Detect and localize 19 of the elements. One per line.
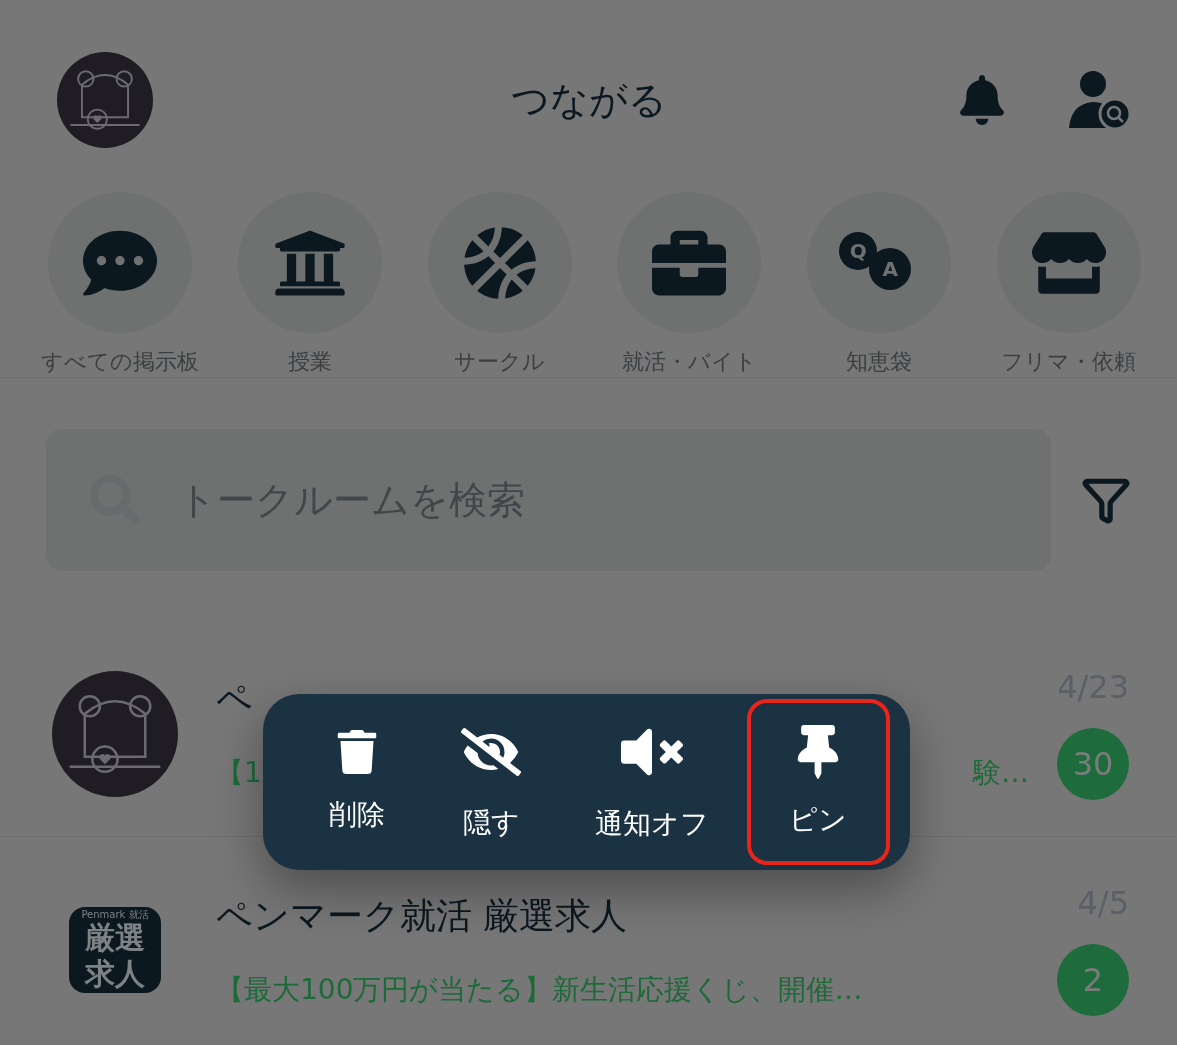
category-label: すべての掲示板 bbox=[41, 348, 199, 376]
logo-text: 厳選 bbox=[85, 920, 145, 956]
room-title: ペンマーク就活 厳選求人 bbox=[216, 893, 629, 938]
category-label: 就活・バイト bbox=[621, 348, 757, 376]
speech-bubble-icon: Q bbox=[839, 232, 878, 270]
unread-count: 2 bbox=[1057, 944, 1129, 1016]
category-label: 知恵袋 bbox=[846, 348, 913, 376]
logo-text: 求人 bbox=[85, 956, 145, 992]
unread-count: 30 bbox=[1057, 727, 1129, 800]
app-title: つながる bbox=[510, 77, 667, 124]
logo-brand: Penmark 就活 bbox=[81, 909, 149, 920]
speech-bubble-icon: A bbox=[869, 248, 912, 290]
category-label: 授業 bbox=[287, 348, 332, 376]
message-preview: 験… bbox=[973, 755, 1029, 791]
message-preview: 【最大100万円が当たる】新生活応援くじ、開催… bbox=[216, 971, 863, 1008]
room-title: ペ bbox=[216, 677, 254, 721]
category-label: サークル bbox=[454, 348, 546, 376]
category-label: フリマ・依頼 bbox=[1001, 348, 1137, 376]
message-preview: 【1 bbox=[216, 755, 262, 791]
